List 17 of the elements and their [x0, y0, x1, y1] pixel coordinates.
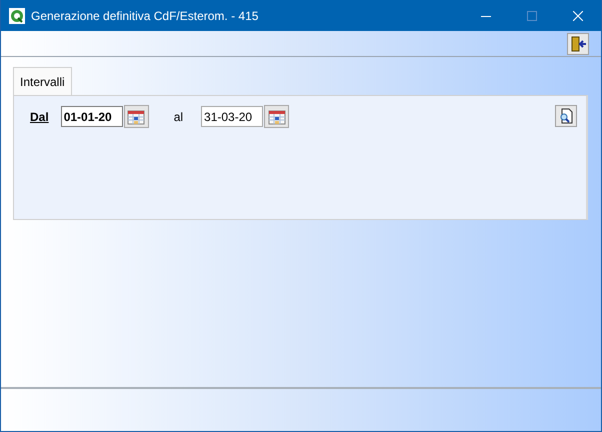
- field-label: al: [174, 110, 184, 124]
- maximize-icon: [527, 10, 537, 20]
- window-title: Generazione definitiva CdF/Esterom. - 415: [31, 8, 260, 22]
- preview-button[interactable]: [555, 105, 577, 127]
- app-icon: [9, 8, 25, 24]
- field-label: Dal: [30, 110, 49, 124]
- document-search-icon: [558, 108, 574, 124]
- door-exit-icon: [570, 36, 586, 52]
- calendar-button[interactable]: [124, 105, 149, 128]
- date-field[interactable]: 31-03-20: [201, 106, 264, 127]
- calendar-button[interactable]: [264, 105, 290, 128]
- calendar-icon: [268, 108, 286, 124]
- tab[interactable]: Intervalli: [13, 67, 72, 95]
- date-field[interactable]: 01-01-20: [60, 106, 123, 127]
- close-icon: [573, 10, 583, 20]
- exit-button[interactable]: [567, 32, 589, 54]
- calendar-icon: [127, 108, 146, 124]
